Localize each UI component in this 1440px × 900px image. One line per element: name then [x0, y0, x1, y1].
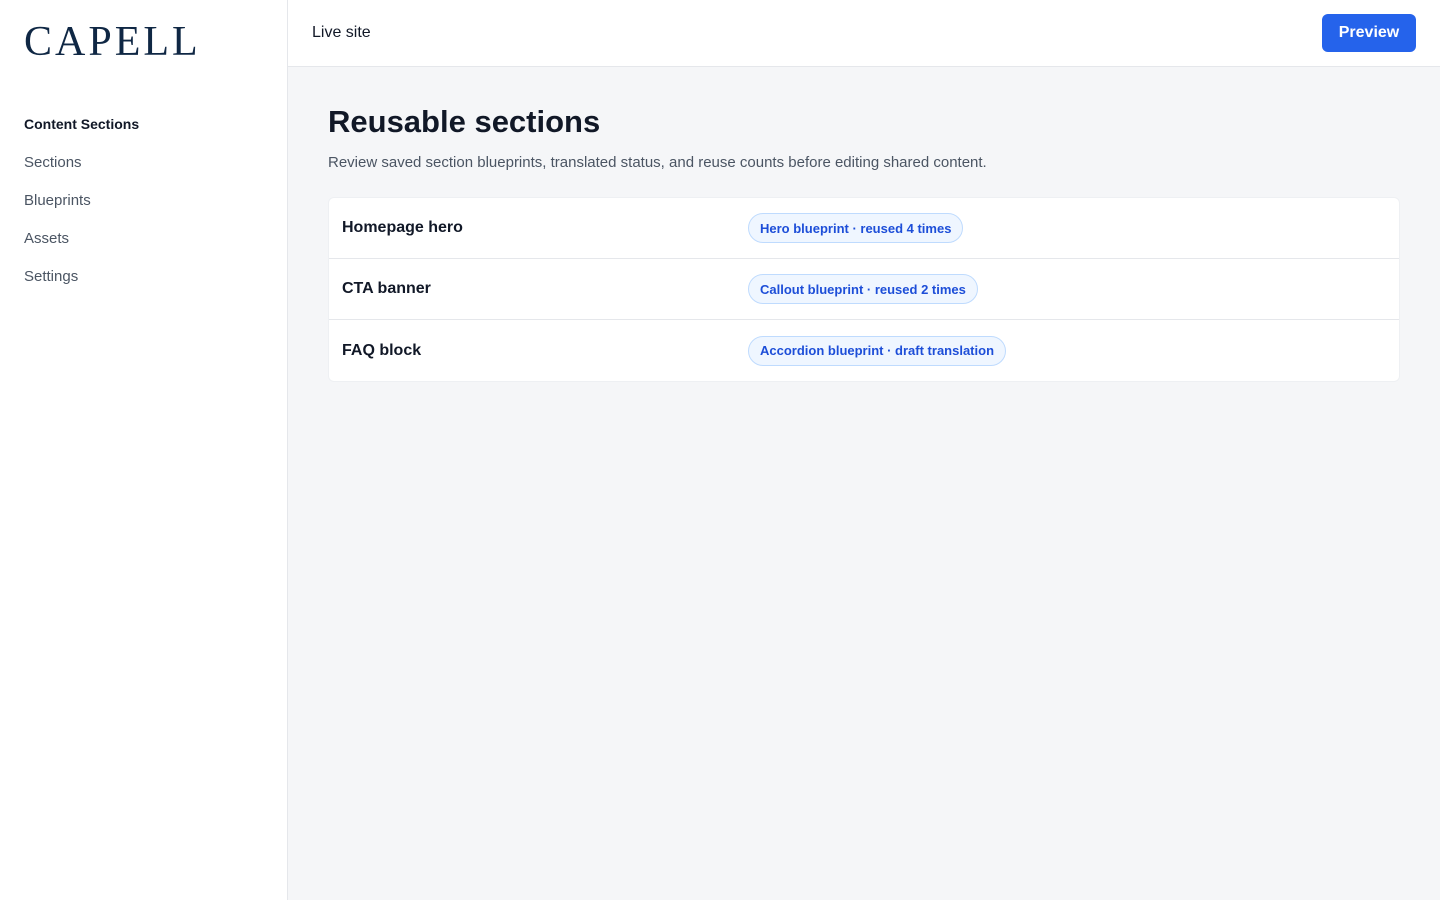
status-badge: Hero blueprint · reused 4 times — [748, 213, 964, 244]
sidebar-nav: Content Sections Sections Blueprints Ass… — [24, 105, 263, 295]
content: Reusable sections Review saved section b… — [288, 67, 1440, 418]
brand-logo[interactable]: CAPELL — [24, 21, 263, 63]
page-description: Review saved section blueprints, transla… — [328, 154, 987, 172]
top-bar: Live site Preview — [288, 0, 1440, 67]
page-title: Reusable sections — [328, 104, 601, 139]
sidebar-item-blueprints[interactable]: Blueprints — [24, 181, 263, 219]
app-shell: CAPELL Content Sections Sections Bluepri… — [0, 0, 1440, 900]
table-row[interactable]: Homepage hero Hero blueprint · reused 4 … — [329, 198, 1399, 260]
sidebar-item-settings[interactable]: Settings — [24, 257, 263, 295]
sidebar-heading: Content Sections — [24, 116, 140, 132]
table-row[interactable]: CTA banner Callout blueprint · reused 2 … — [329, 259, 1399, 321]
status-badge: Accordion blueprint · draft translation — [748, 335, 1007, 366]
main-area: Live site Preview Reusable sections Revi… — [288, 0, 1440, 900]
section-name: CTA banner — [342, 280, 431, 298]
status-badge: Callout blueprint · reused 2 times — [748, 274, 978, 305]
live-site-link[interactable]: Live site — [312, 24, 371, 42]
section-name: FAQ block — [342, 341, 422, 359]
table-row[interactable]: FAQ block Accordion blueprint · draft tr… — [329, 320, 1399, 381]
preview-button[interactable]: Preview — [1322, 14, 1416, 52]
sidebar-item-sections[interactable]: Sections — [24, 143, 263, 181]
sidebar-item-assets[interactable]: Assets — [24, 219, 263, 257]
sections-table: Homepage hero Hero blueprint · reused 4 … — [328, 197, 1400, 383]
section-name: Homepage hero — [342, 219, 463, 237]
sidebar: CAPELL Content Sections Sections Bluepri… — [0, 0, 288, 900]
